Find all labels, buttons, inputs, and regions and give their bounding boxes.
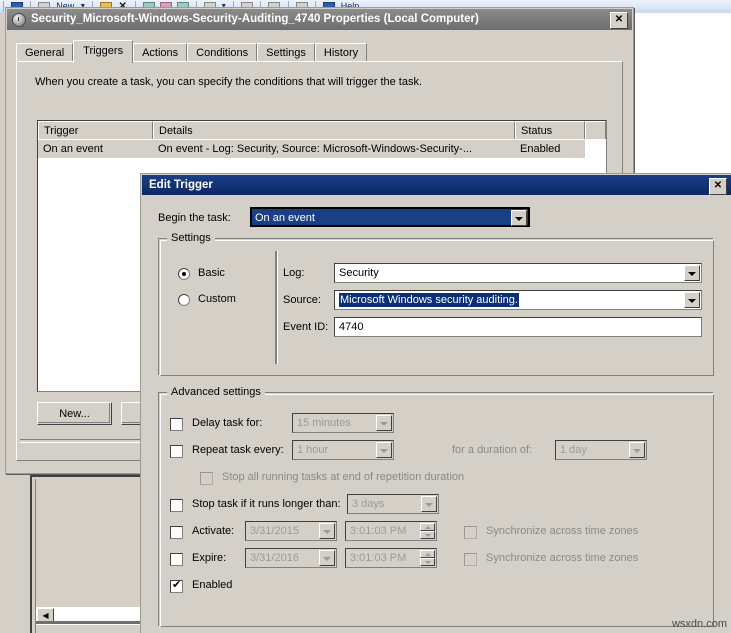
spin-down-icon[interactable] [420,531,435,539]
expire-label: Expire: [192,552,226,564]
toolbar-separator [3,1,4,12]
expire-sync-label: Synchronize across time zones [486,552,638,564]
expire-time-spinner[interactable]: 3:01:03 PM [345,548,437,568]
repeat-task-label: Repeat task every: [192,444,284,456]
new-button[interactable]: New... [37,402,112,425]
tab-history[interactable]: History [315,43,367,63]
enabled-checkbox[interactable] [170,580,183,593]
close-button[interactable]: ✕ [610,12,628,29]
cell-status: Enabled [515,140,585,158]
expire-sync-checkbox[interactable] [464,553,477,566]
chevron-down-icon[interactable] [684,292,700,308]
chevron-down-icon[interactable] [629,442,645,458]
tab-strip[interactable]: General Triggers Actions Conditions Sett… [16,40,367,62]
chevron-down-icon[interactable] [421,496,437,512]
event-id-label: Event ID: [283,321,328,333]
activate-time-spinner[interactable]: 3:01:03 PM [345,521,437,541]
repeat-task-combobox[interactable]: 1 hour [292,440,394,460]
duration-value: 1 day [560,441,626,459]
stop-task-checkbox[interactable] [170,499,183,512]
column-header-details[interactable]: Details [153,121,515,139]
column-header-spacer [585,121,606,139]
tab-general[interactable]: General [16,43,73,63]
edit-trigger-title: Edit Trigger [149,179,213,191]
stop-task-label: Stop task if it runs longer than: [192,498,341,510]
activate-date-value: 3/31/2015 [250,522,316,540]
expire-checkbox[interactable] [170,553,183,566]
duration-label: for a duration of: [452,444,532,456]
source-label: Source: [283,294,321,306]
delay-task-checkbox[interactable] [170,418,183,431]
event-id-input[interactable]: 4740 [334,317,702,337]
chevron-down-icon[interactable] [319,550,335,566]
expire-date-value: 3/31/2016 [250,549,316,567]
activate-sync-label: Synchronize across time zones [486,525,638,537]
stop-task-combobox[interactable]: 3 days [347,494,439,514]
spin-up-icon[interactable] [420,550,435,558]
column-header-trigger[interactable]: Trigger [38,121,153,139]
watermark: wsxdn.com [672,618,727,630]
activate-date-picker[interactable]: 3/31/2015 [245,521,337,541]
edit-trigger-body: Begin the task: On an event Settings Bas… [142,195,731,633]
cell-trigger: On an event [38,140,153,158]
log-value: Security [339,264,681,282]
chevron-down-icon[interactable] [319,523,335,539]
basic-radio[interactable] [178,268,190,280]
stop-task-value: 3 days [352,495,418,513]
cell-details: On event - Log: Security, Source: Micros… [153,140,515,158]
table-row[interactable]: On an event On event - Log: Security, So… [38,140,606,158]
edit-trigger-close-button[interactable]: ✕ [709,178,727,195]
repeat-task-value: 1 hour [297,441,373,459]
advanced-group-title: Advanced settings [167,386,265,398]
source-value-wrap: Microsoft Windows security auditing. [339,291,681,309]
chevron-down-icon[interactable] [684,265,700,281]
log-combobox[interactable]: Security [334,263,702,283]
custom-label: Custom [198,293,236,305]
custom-radio[interactable] [178,294,190,306]
delay-task-combobox[interactable]: 15 minutes [292,413,394,433]
settings-divider [275,251,278,364]
triggers-description: When you create a task, you can specify … [35,76,422,88]
chevron-down-icon[interactable] [511,210,527,226]
expire-time-value: 3:01:03 PM [350,549,416,567]
expire-time-spin-buttons[interactable] [420,550,435,566]
begin-task-label: Begin the task: [158,212,231,224]
chevron-down-icon[interactable] [376,442,392,458]
spin-up-icon[interactable] [420,523,435,531]
enabled-label: Enabled [192,579,232,591]
clock-icon [12,13,26,27]
properties-window-title: Security_Microsoft-Windows-Security-Audi… [31,9,479,30]
listview-header: Trigger Details Status [38,121,606,139]
settings-group-title: Settings [167,232,215,244]
duration-combobox[interactable]: 1 day [555,440,647,460]
edit-trigger-dialog: Edit Trigger ✕ Begin the task: On an eve… [140,173,731,633]
delay-task-label: Delay task for: [192,417,262,429]
delay-task-value: 15 minutes [297,414,373,432]
spin-down-icon[interactable] [420,558,435,566]
stop-all-tasks-checkbox[interactable] [200,472,213,485]
expire-date-picker[interactable]: 3/31/2016 [245,548,337,568]
tab-actions[interactable]: Actions [133,43,187,63]
activate-time-spin-buttons[interactable] [420,523,435,539]
tab-triggers[interactable]: Triggers [73,40,133,63]
tab-settings[interactable]: Settings [257,43,315,63]
source-value: Microsoft Windows security auditing. [339,293,519,307]
begin-task-value: On an event [255,209,508,227]
activate-time-value: 3:01:03 PM [350,522,416,540]
screen: New ▼ ✕ ▼ Help [0,0,731,633]
tab-conditions[interactable]: Conditions [187,43,257,63]
activate-sync-checkbox[interactable] [464,526,477,539]
begin-task-combobox[interactable]: On an event [250,207,530,227]
chevron-down-icon[interactable] [376,415,392,431]
edit-trigger-title-bar: Edit Trigger ✕ [142,175,731,195]
stop-all-tasks-label: Stop all running tasks at end of repetit… [222,471,464,483]
source-combobox[interactable]: Microsoft Windows security auditing. [334,290,702,310]
activate-checkbox[interactable] [170,526,183,539]
repeat-task-checkbox[interactable] [170,445,183,458]
properties-title-bar: Security_Microsoft-Windows-Security-Audi… [7,9,632,30]
column-header-status[interactable]: Status [515,121,585,139]
activate-label: Activate: [192,525,234,537]
basic-label: Basic [198,267,225,279]
log-label: Log: [283,267,304,279]
